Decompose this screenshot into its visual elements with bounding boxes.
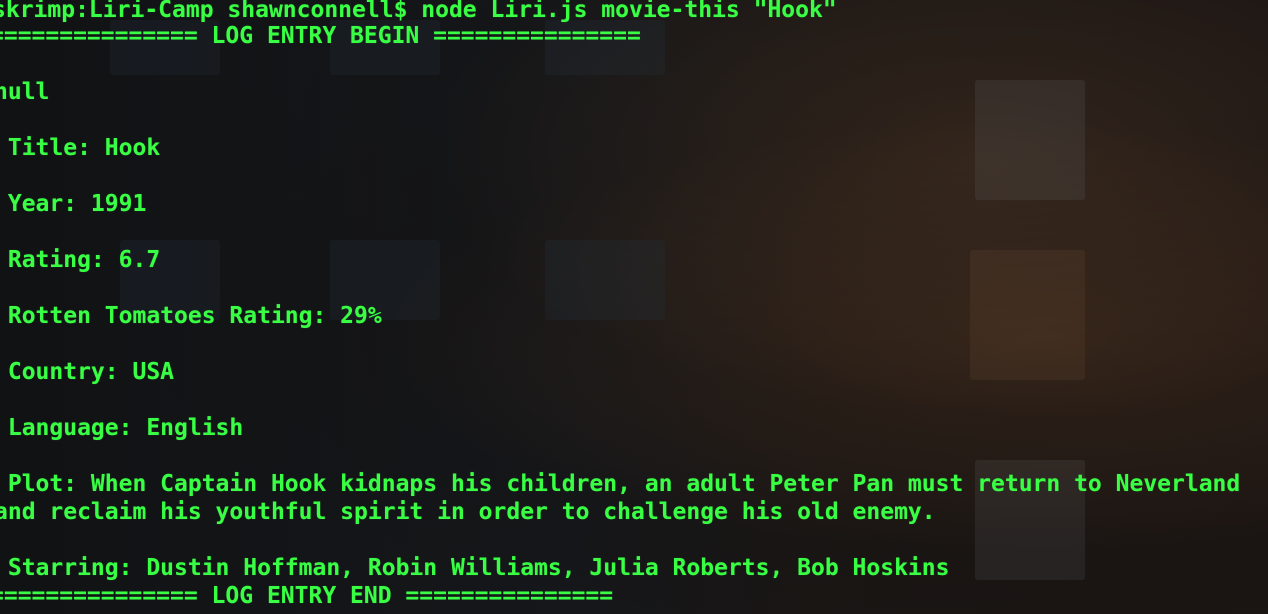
log-begin-separator: =============== LOG ENTRY BEGIN ========… xyxy=(0,23,641,49)
movie-title: Title: Hook xyxy=(0,135,161,161)
rotten-tomatoes-rating: Rotten Tomatoes Rating: 29% xyxy=(0,303,382,329)
movie-plot-line-1: Plot: When Captain Hook kidnaps his chil… xyxy=(0,471,1241,497)
movie-rating: Rating: 6.7 xyxy=(0,247,161,273)
command-prompt-line: skrimp:Liri-Camp shawnconnell$ node Liri… xyxy=(0,0,837,23)
null-output: null xyxy=(0,79,50,105)
movie-year: Year: 1991 xyxy=(0,191,147,217)
movie-language: Language: English xyxy=(0,415,244,441)
terminal-window[interactable]: skrimp:Liri-Camp shawnconnell$ node Liri… xyxy=(0,0,1268,614)
terminal-output: skrimp:Liri-Camp shawnconnell$ node Liri… xyxy=(0,0,1268,614)
movie-plot-line-2: and reclaim his youthful spirit in order… xyxy=(0,499,936,525)
movie-country: Country: USA xyxy=(0,359,175,385)
log-end-separator: =============== LOG ENTRY END ==========… xyxy=(0,583,614,609)
movie-starring: Starring: Dustin Hoffman, Robin Williams… xyxy=(0,555,950,581)
